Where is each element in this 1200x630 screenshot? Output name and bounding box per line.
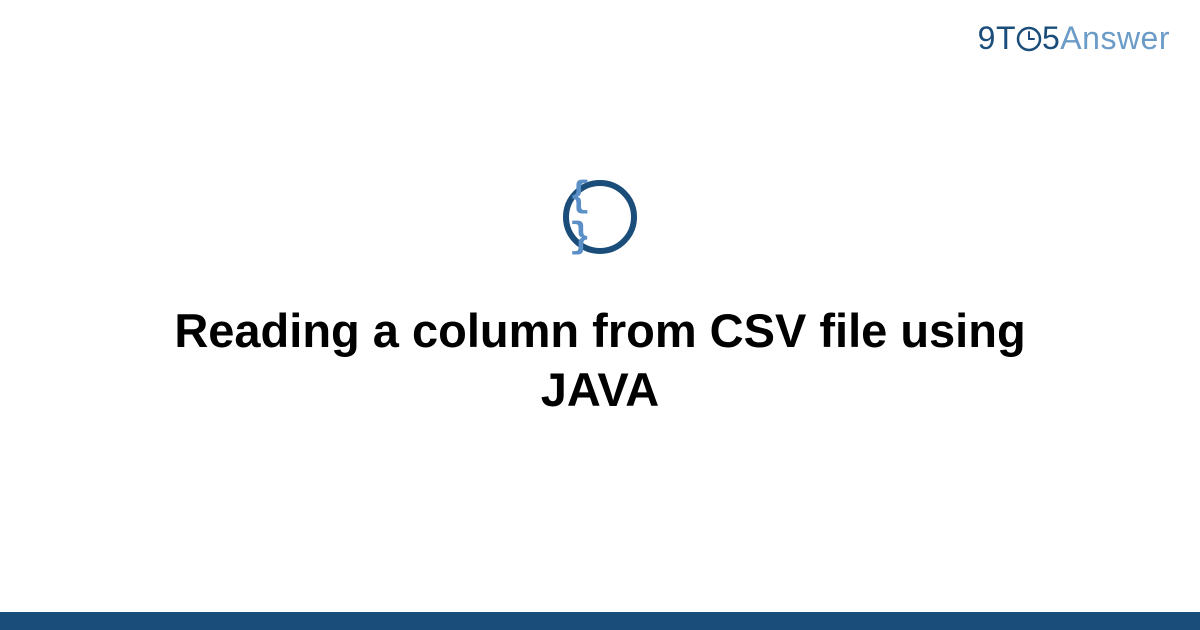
footer-bar: [0, 612, 1200, 630]
topic-icon-circle: { }: [563, 180, 637, 254]
main-content: { } Reading a column from CSV file using…: [0, 0, 1200, 630]
code-braces-icon: { }: [569, 176, 631, 258]
page-title: Reading a column from CSV file using JAV…: [150, 302, 1050, 420]
